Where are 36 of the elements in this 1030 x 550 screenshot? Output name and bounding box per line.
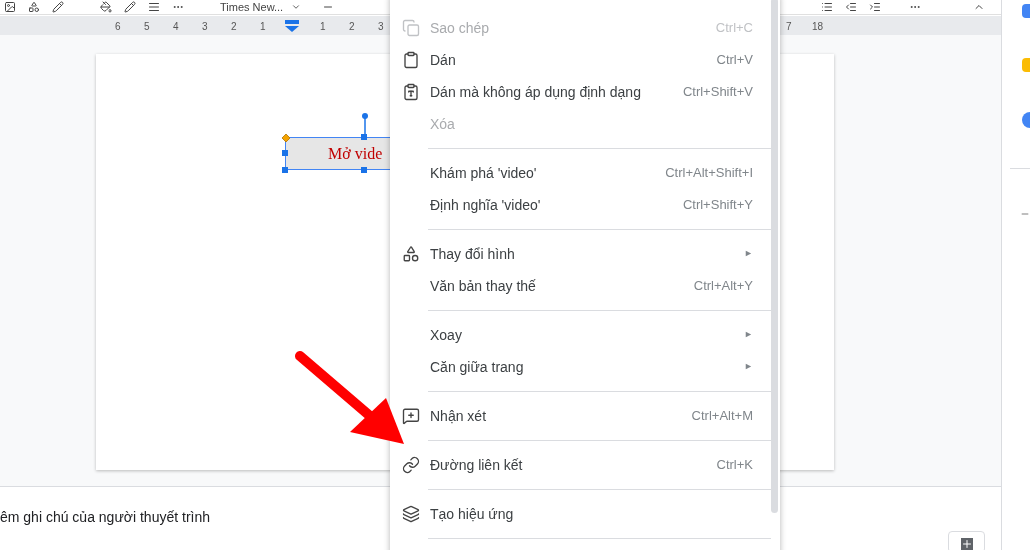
shortcut-text: Ctrl+Shift+Y bbox=[682, 196, 753, 215]
ruler-number: 1 bbox=[320, 20, 326, 34]
shortcut-text: Ctrl+Alt+Shift+I bbox=[665, 164, 753, 183]
ruler-number: 6 bbox=[115, 20, 121, 34]
shortcut-text: Ctrl+K bbox=[716, 456, 753, 475]
menu-item-label: Định nghĩa 'video' bbox=[430, 195, 542, 215]
shortcut-text: Ctrl+Alt+M bbox=[691, 407, 753, 426]
shortcut-text: Ctrl+Shift+V bbox=[682, 83, 753, 102]
menu-item-label: Nhận xét bbox=[430, 406, 488, 426]
ruler-number: 5 bbox=[144, 20, 150, 34]
shortcut-text: Ctrl+V bbox=[716, 51, 753, 70]
shortcut-text: Ctrl+C bbox=[715, 19, 753, 38]
ruler-number: 3 bbox=[202, 20, 208, 34]
ruler-number: 7 bbox=[786, 20, 792, 34]
ruler-number: 2 bbox=[231, 20, 237, 34]
shortcut-text: Ctrl+Alt+Y bbox=[693, 277, 753, 296]
menu-item-label: Xoay bbox=[430, 325, 463, 345]
menu-item-label: Dán mà không áp dụng định dạng bbox=[430, 82, 642, 102]
ruler-number: 4 bbox=[173, 20, 179, 34]
text-box-text: Mở vide bbox=[328, 143, 383, 164]
menu-item-label: Căn giữa trang bbox=[430, 357, 525, 377]
menu-item-label: Văn bản thay thế bbox=[430, 276, 537, 296]
menu-item-label: Tạo hiệu ứng bbox=[430, 504, 515, 524]
menu-item-label: Xóa bbox=[430, 114, 456, 134]
menu-item-label: Đường liên kết bbox=[430, 455, 524, 475]
menu-item-label: Thay đổi hình bbox=[430, 244, 516, 264]
ruler-number: 18 bbox=[812, 20, 824, 34]
submenu-arrow: ► bbox=[744, 328, 753, 342]
submenu-arrow: ► bbox=[744, 247, 753, 261]
ruler-number: 1 bbox=[260, 20, 266, 34]
menu-item-label: Khám phá 'video' bbox=[430, 163, 538, 183]
ruler-number: 3 bbox=[378, 20, 384, 34]
menu-item-label: Dán bbox=[430, 50, 457, 70]
submenu-arrow: ► bbox=[744, 360, 753, 374]
menu-item-label: Sao chép bbox=[430, 18, 491, 38]
ruler-number: 2 bbox=[349, 20, 355, 34]
